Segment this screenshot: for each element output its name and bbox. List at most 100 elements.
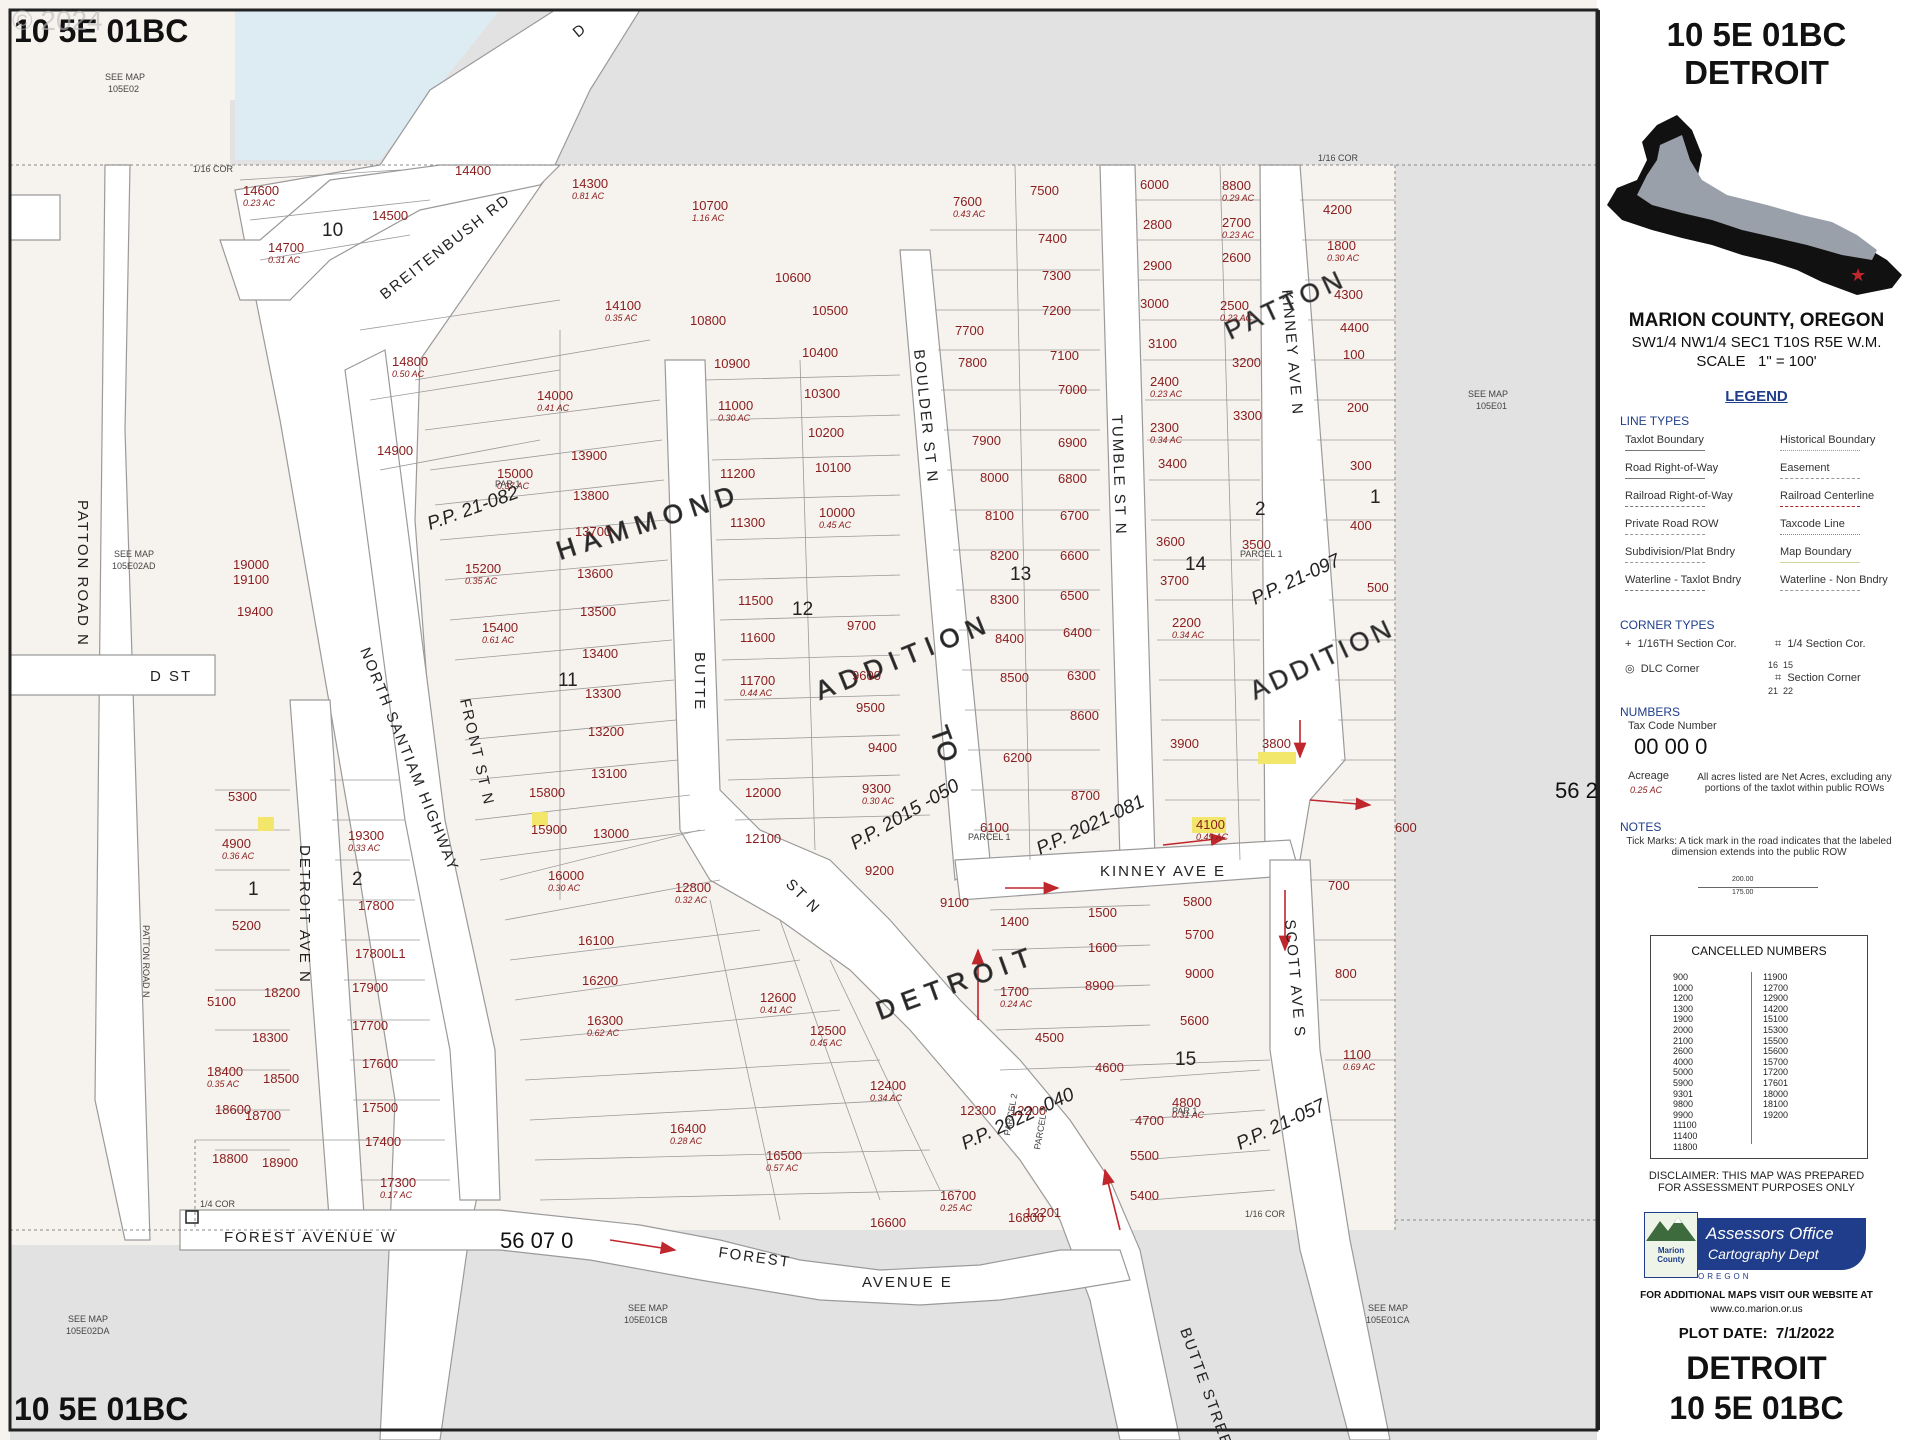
highlight-lot-6 — [258, 817, 274, 831]
taxlot-number: 19400 — [237, 604, 273, 619]
county-locator-map: ★ — [1607, 115, 1902, 295]
taxlot-number: 100 — [1343, 347, 1365, 362]
taxlot-number: 2600 — [1222, 250, 1251, 265]
taxlot-number: 17300 — [380, 1175, 416, 1190]
taxlot-number: 14100 — [605, 298, 641, 313]
taxlot-acreage: 0.31 AC — [268, 255, 301, 265]
cancelled-number: 2100 — [1673, 1035, 1694, 1046]
taxlot-number: 16700 — [940, 1188, 976, 1203]
taxlot-number: 600 — [1395, 820, 1417, 835]
cancelled-number: 15300 — [1763, 1024, 1789, 1035]
taxlot-number: 8700 — [1071, 788, 1100, 803]
legend-line-label: Waterline - Taxlot Bndry — [1625, 574, 1742, 586]
taxlot-number: 12100 — [745, 831, 781, 846]
corner-section-nums-top: 16 15 — [1768, 660, 1793, 670]
taxlot-acreage: 0.35 AC — [605, 313, 638, 323]
taxlot-number: 16300 — [587, 1013, 623, 1028]
taxlot-number: 1800 — [1327, 238, 1356, 253]
corner-quarter: ⌗ 1/4 Section Cor. — [1775, 638, 1866, 650]
block-10: 10 — [322, 220, 343, 241]
taxlot-number: 1100 — [1343, 1047, 1371, 1062]
legend-line-sample — [1780, 450, 1860, 451]
assessors-logo: Marion County Assessors Office Cartograp… — [1644, 1212, 1869, 1282]
taxlot-number: 700 — [1328, 878, 1350, 893]
cancelled-number: 18000 — [1763, 1088, 1789, 1099]
sec-22: 22 — [1783, 686, 1794, 696]
taxlot-number: 4300 — [1334, 287, 1363, 302]
taxlot-acreage: 0.62 AC — [587, 1028, 620, 1038]
legend-line-sample — [1780, 534, 1860, 535]
tick-example-top: 200.00 — [1732, 876, 1754, 883]
block-1-patton: 1 — [1370, 487, 1381, 508]
block-11: 11 — [558, 670, 578, 691]
taxlot-number: 13500 — [580, 604, 616, 619]
highlight-1800-acre — [1258, 752, 1296, 764]
taxlot-number: 9600 — [852, 668, 881, 683]
cancelled-number: 15100 — [1763, 1014, 1789, 1025]
taxlot-number: 9500 — [856, 700, 885, 715]
taxlot-number: 5400 — [1130, 1188, 1159, 1203]
taxlot-number: 400 — [1350, 518, 1372, 533]
taxlot-number: 6900 — [1058, 435, 1087, 450]
taxlot-number: 3000 — [1140, 296, 1169, 311]
taxlot-number: 10200 — [808, 425, 844, 440]
cor-label-3: 1/4 COR — [200, 1199, 236, 1209]
taxlot-number: 8300 — [990, 592, 1019, 607]
taxlot-number: 17900 — [352, 980, 388, 995]
taxlot-number: 13600 — [577, 566, 613, 581]
parcel-label-15000: PAR 1 — [495, 479, 520, 489]
taxlot-acreage: 0.30 AC — [862, 796, 895, 806]
taxlot-acreage: 0.43 AC — [953, 209, 986, 219]
block-12: 12 — [792, 599, 813, 620]
taxlot-number: 17800 — [358, 898, 394, 913]
taxlot-number: 9400 — [868, 740, 897, 755]
cancelled-number: 1200 — [1673, 993, 1694, 1004]
taxlot-number: 10300 — [804, 386, 840, 401]
taxlot-number: 7500 — [1030, 183, 1059, 198]
taxlot-number: 13400 — [582, 646, 618, 661]
taxlot-acreage: 0.45 AC — [819, 520, 852, 530]
taxlot-number: 15400 — [482, 620, 518, 635]
see-map-w-1: SEE MAP — [114, 549, 154, 559]
parcel-label-2200: PARCEL 1 — [1240, 549, 1283, 559]
taxlot-number: 2400 — [1150, 374, 1179, 389]
street-d-st: D ST — [150, 668, 192, 685]
taxlot-acreage: 0.57 AC — [766, 1163, 799, 1173]
legend-line-label: Taxcode Line — [1780, 518, 1845, 530]
taxlot-number: 10800 — [690, 313, 726, 328]
taxlot-number: 8500 — [1000, 670, 1029, 685]
cor-label-4: 1/16 COR — [1245, 1209, 1286, 1219]
see-map-w-2: 105E02AD — [112, 561, 156, 571]
taxlot-number: 5300 — [228, 789, 257, 804]
parcel-label-8800: PARCEL 1 — [968, 832, 1011, 842]
legend-line-label: Subdivision/Plat Bndry — [1625, 546, 1736, 558]
taxlot-number: 14000 — [537, 388, 573, 403]
taxlot-number: 13300 — [585, 686, 621, 701]
taxlot-acreage: 0.23 AC — [1150, 389, 1183, 399]
tick-example-bottom: 175.00 — [1732, 889, 1754, 896]
taxlot-number: 11200 — [720, 466, 755, 481]
taxlot-number: 18400 — [207, 1064, 243, 1079]
logo-badge-3: OREGON — [1698, 1272, 1752, 1281]
taxlot-acreage: 0.44 AC — [740, 688, 773, 698]
taxlot-number: 9000 — [1185, 966, 1214, 981]
cancelled-number: 11800 — [1673, 1141, 1698, 1152]
taxlot-number: 15200 — [465, 561, 501, 576]
corner-quarter-label: 1/4 Section Cor. — [1787, 638, 1866, 650]
taxlot-number: 12600 — [760, 990, 796, 1005]
taxlot-number: 12500 — [810, 1023, 846, 1038]
taxlot-acreage: 0.33 AC — [348, 843, 381, 853]
legend-line-label: Railroad Centerline — [1780, 490, 1875, 502]
website[interactable]: www.co.marion.or.us — [1620, 1304, 1893, 1315]
panel-city: DETROIT — [1684, 54, 1829, 91]
taxlot-number: 3600 — [1156, 534, 1185, 549]
taxlot-number: 5800 — [1183, 894, 1212, 909]
taxlot-number: 2200 — [1172, 615, 1201, 630]
taxlot-number: 4900 — [222, 836, 251, 851]
taxlot-number: 5200 — [232, 918, 261, 933]
block-13: 13 — [1010, 564, 1031, 585]
panel-county: MARION COUNTY, OREGON — [1628, 310, 1885, 331]
taxlot-number: 3300 — [1233, 408, 1262, 423]
taxlot-number: 7400 — [1038, 231, 1067, 246]
taxlot-number: 5700 — [1185, 927, 1214, 942]
